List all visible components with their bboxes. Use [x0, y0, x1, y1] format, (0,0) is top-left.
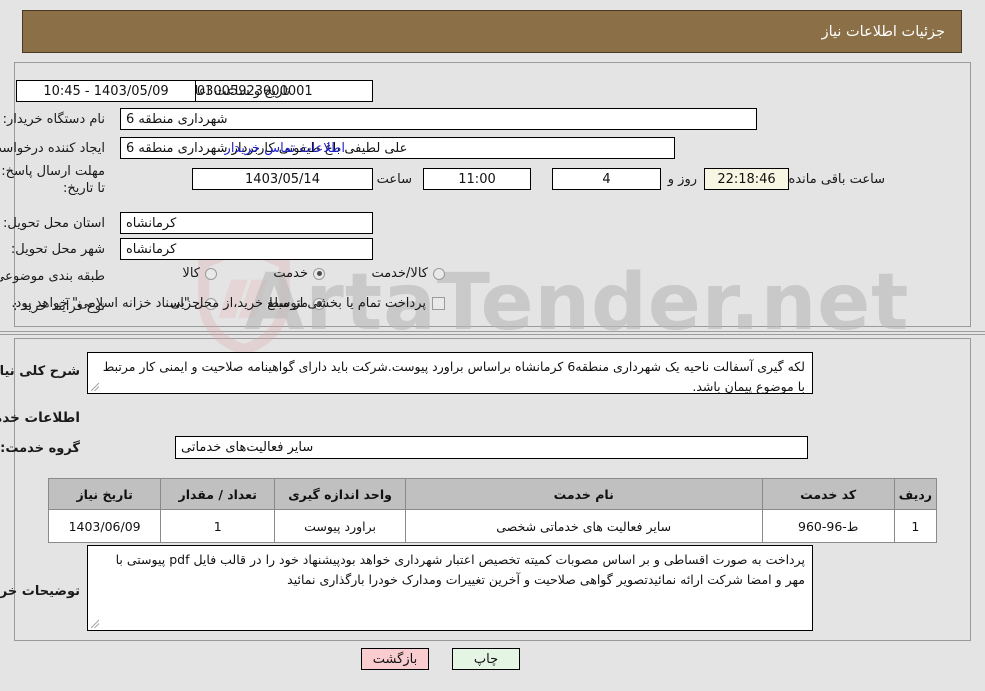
general-description-label: شرح کلی نیاز:: [0, 364, 80, 379]
th-row: ردیف: [893, 478, 938, 510]
th-need-date: تاریخ نیاز: [47, 478, 162, 510]
buyer-org-field[interactable]: شهرداری منطقه 6: [120, 108, 757, 130]
resize-grip-icon-notes[interactable]: [90, 619, 100, 629]
category-label: طبقه بندی موضوعی:: [0, 269, 105, 284]
request-creator-field[interactable]: علی لطیفی باغ طیفونی کاربرداز شهرداری من…: [120, 137, 675, 159]
deadline-remaining-label: ساعت باقی مانده: [788, 172, 885, 187]
th-quantity: تعداد / مقدار: [160, 478, 276, 510]
category-option-label-0: کالا: [182, 266, 200, 281]
cell-unit: براورد پیوست: [274, 509, 406, 543]
deadline-days-label: روز و: [667, 172, 697, 187]
request-creator-label: ایجاد کننده درخواست:: [0, 141, 105, 156]
cell-service-code: ط-96-960: [761, 509, 895, 543]
deadline-label: مهلت ارسال پاسخ: تا تاریخ:: [1, 164, 105, 196]
cell-service-name: سایر فعالیت های خدماتی شخصی: [404, 509, 763, 543]
treasury-bonds-checkbox[interactable]: پرداخت تمام یا بخشی از مبلغ خرید،از محل …: [11, 296, 445, 311]
back-button[interactable]: بازگشت: [361, 648, 429, 670]
tender-details-page: جزئیات اطلاعات نیاز شماره نیاز: 11030059…: [0, 0, 985, 691]
services-table: ردیف کد خدمت نام خدمت واحد اندازه گیری ت…: [47, 478, 938, 543]
category-option-label-2: کالا/خدمت: [371, 266, 428, 281]
deadline-days-field[interactable]: 4: [552, 168, 661, 190]
cell-need-date: 1403/06/09: [47, 509, 162, 543]
deadline-countdown-field: 22:18:46: [704, 168, 789, 190]
table-header-row: ردیف کد خدمت نام خدمت واحد اندازه گیری ت…: [47, 478, 938, 510]
buyer-org-label: نام دستگاه خریدار:: [2, 112, 105, 127]
table-row[interactable]: 1 ط-96-960 سایر فعالیت های خدماتی شخصی ب…: [47, 509, 938, 543]
general-description-field[interactable]: لکه گیری آسفالت ناحیه یک شهرداری منطقه6 …: [87, 352, 813, 394]
category-radio-kala[interactable]: کالا: [182, 266, 217, 281]
print-button[interactable]: چاپ: [452, 648, 520, 670]
panel-divider-2: [0, 334, 985, 335]
service-group-label: گروه خدمت:: [0, 441, 80, 456]
page-title: جزئیات اطلاعات نیاز: [821, 23, 945, 40]
deadline-date-field[interactable]: 1403/05/14: [192, 168, 373, 190]
cell-row: 1: [893, 509, 938, 543]
services-section-title: اطلاعات خدمات مورد نیاز: [0, 410, 80, 426]
category-radio-khedmat[interactable]: خدمت: [273, 266, 325, 281]
delivery-province-field[interactable]: کرمانشاه: [120, 212, 373, 234]
resize-grip-icon[interactable]: [90, 382, 100, 392]
deadline-hour-label: ساعت: [376, 172, 412, 187]
th-service-code: کد خدمت: [761, 478, 895, 510]
radio-icon-kala-khedmat: [433, 267, 445, 280]
delivery-province-label: استان محل تحویل:: [3, 216, 105, 231]
delivery-city-label: شهر محل تحویل:: [10, 242, 105, 257]
category-option-label-1: خدمت: [273, 266, 308, 281]
category-radio-kala-khedmat[interactable]: کالا/خدمت: [371, 266, 445, 281]
checkbox-icon-treasury: [432, 297, 445, 310]
radio-icon-khedmat: [313, 267, 325, 280]
th-unit: واحد اندازه گیری: [274, 478, 406, 510]
page-header-bar: جزئیات اطلاعات نیاز: [22, 10, 962, 53]
cell-quantity: 1: [160, 509, 276, 543]
th-service-name: نام خدمت: [404, 478, 763, 510]
panel-divider-1: [0, 331, 985, 332]
buyer-notes-field[interactable]: پرداخت به صورت اقساطی و بر اساس مصوبات ک…: [87, 545, 813, 631]
announce-datetime-field[interactable]: 1403/05/09 - 10:45: [16, 80, 196, 102]
treasury-bonds-text: پرداخت تمام یا بخشی از مبلغ خرید،از محل …: [11, 296, 426, 311]
delivery-city-field[interactable]: کرمانشاه: [120, 238, 373, 260]
service-group-field[interactable]: سایر فعالیت‌های خدماتی: [175, 436, 808, 459]
buyer-notes-text: پرداخت به صورت اقساطی و بر اساس مصوبات ک…: [115, 552, 805, 587]
deadline-hour-field[interactable]: 11:00: [423, 168, 531, 190]
buyer-notes-label: توضیحات خریدار:: [0, 584, 80, 599]
general-description-text: لکه گیری آسفالت ناحیه یک شهرداری منطقه6 …: [102, 359, 805, 394]
radio-icon-kala: [205, 267, 217, 280]
buyer-contact-link[interactable]: اطلاعات تماس خریدار: [225, 141, 345, 156]
